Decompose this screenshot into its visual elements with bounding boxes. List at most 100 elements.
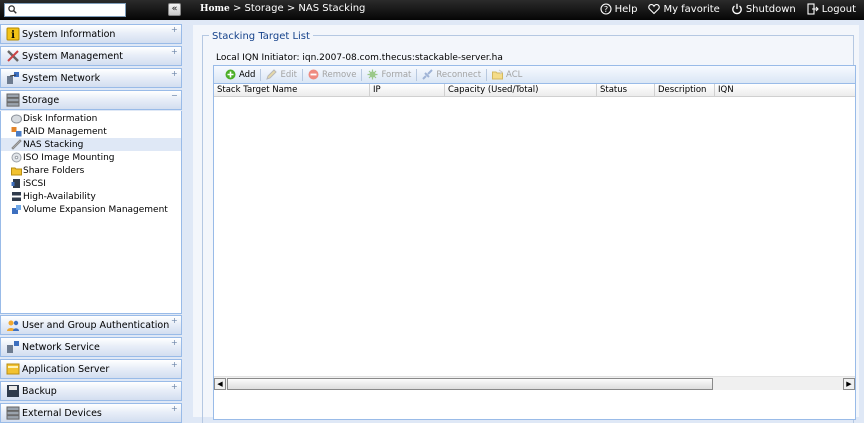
- main-panel: Stacking Target List Local IQN Initiator…: [193, 25, 859, 423]
- logout-label: Logout: [821, 3, 856, 15]
- column-header-capacity[interactable]: Capacity (Used/Total): [445, 84, 597, 97]
- sidebar-section-external-devices[interactable]: External Devices +: [0, 403, 182, 423]
- sidebar-item-raid-management[interactable]: RAID Management: [1, 125, 181, 138]
- reconnect-icon: [422, 69, 434, 80]
- svg-text:?: ?: [604, 5, 608, 14]
- stacking-icon: [11, 139, 22, 150]
- shutdown-label: Shutdown: [745, 3, 796, 15]
- scrollbar-thumb[interactable]: [227, 378, 713, 390]
- my-favorite-link[interactable]: My favorite: [648, 3, 720, 15]
- volume-icon: [12, 205, 21, 214]
- app-server-icon: [6, 363, 20, 375]
- power-icon: [732, 3, 742, 15]
- sidebar-section-storage[interactable]: Storage −: [0, 90, 182, 110]
- sidebar-item-label: Disk Information: [23, 113, 98, 124]
- sidebar-item-label: High-Availability: [23, 191, 96, 202]
- users-icon: [7, 320, 19, 331]
- local-iqn-initiator-label: Local IQN Initiator: iqn.2007-08.com.the…: [216, 53, 503, 63]
- expand-toggle-icon[interactable]: +: [171, 405, 179, 413]
- acl-button[interactable]: ACL: [487, 67, 527, 82]
- format-icon: [367, 69, 378, 80]
- my-favorite-label: My favorite: [663, 3, 720, 15]
- svg-text:i: i: [11, 30, 15, 41]
- sidebar-item-label: iSCSI: [23, 178, 46, 189]
- sidebar-section-user-and-group-authentication[interactable]: User and Group Authentication +: [0, 315, 182, 335]
- logout-link[interactable]: Logout: [807, 3, 856, 15]
- edit-button[interactable]: Edit: [261, 67, 301, 82]
- column-header-ip[interactable]: IP: [370, 84, 445, 97]
- sidebar-section-application-server[interactable]: Application Server +: [0, 359, 182, 379]
- logout-icon: [807, 3, 819, 15]
- expand-toggle-icon[interactable]: +: [171, 70, 179, 78]
- sidebar-section-label: Storage: [22, 94, 60, 106]
- shutdown-link[interactable]: Shutdown: [731, 3, 796, 15]
- expand-toggle-icon[interactable]: +: [171, 48, 179, 56]
- column-header-stack-target-name[interactable]: Stack Target Name: [214, 84, 370, 97]
- expand-toggle-icon[interactable]: +: [171, 383, 179, 391]
- collapse-sidebar-button[interactable]: «: [168, 3, 181, 16]
- scroll-right-arrow-icon[interactable]: ▶: [843, 378, 855, 390]
- sidebar-item-volume-expansion-management[interactable]: Volume Expansion Management: [1, 203, 181, 216]
- storage-icon: [6, 93, 20, 107]
- sidebar-section-label: External Devices: [22, 407, 102, 419]
- breadcrumb-separator: >: [283, 3, 299, 14]
- sidebar-item-label: RAID Management: [23, 126, 107, 137]
- network-service-icon: [7, 341, 19, 353]
- sidebar-section-system-management[interactable]: System Management +: [0, 46, 182, 66]
- expand-toggle-icon[interactable]: +: [171, 361, 179, 369]
- help-label: Help: [614, 3, 638, 15]
- sidebar-item-disk-information[interactable]: Disk Information: [1, 112, 181, 125]
- help-icon: ?: [600, 3, 612, 15]
- help-link[interactable]: ? Help: [600, 3, 638, 15]
- collapse-toggle-icon[interactable]: −: [171, 92, 179, 100]
- info-icon: i: [6, 27, 20, 41]
- sidebar-section-backup[interactable]: Backup +: [0, 381, 182, 401]
- acl-folder-icon: [492, 69, 504, 80]
- sidebar-section-label: System Management: [22, 50, 124, 62]
- sidebar-item-share-folders[interactable]: Share Folders: [1, 164, 181, 177]
- remove-button-label: Remove: [321, 69, 357, 80]
- sidebar-item-nas-stacking[interactable]: NAS Stacking: [1, 138, 181, 151]
- breadcrumb-storage-link[interactable]: Storage: [245, 3, 284, 14]
- column-header-description[interactable]: Description: [655, 84, 715, 97]
- column-header-status[interactable]: Status: [597, 84, 655, 97]
- add-button[interactable]: Add: [220, 67, 260, 82]
- disk-icon: [11, 114, 22, 124]
- format-button[interactable]: Format: [362, 67, 416, 82]
- iso-icon: [11, 152, 22, 163]
- scroll-left-arrow-icon[interactable]: ◀: [214, 378, 226, 390]
- sidebar: i System Information + System Management…: [0, 20, 182, 423]
- format-button-label: Format: [381, 69, 412, 80]
- edit-icon: [266, 69, 278, 80]
- column-header-iqn[interactable]: IQN: [715, 84, 855, 97]
- expand-toggle-icon[interactable]: +: [171, 317, 179, 325]
- edit-button-label: Edit: [280, 69, 297, 80]
- folder-icon: [11, 167, 22, 176]
- sidebar-item-label: Share Folders: [23, 165, 85, 176]
- sidebar-section-label: Application Server: [22, 363, 110, 375]
- breadcrumb-current-page: NAS Stacking: [298, 3, 366, 14]
- iscsi-icon: [11, 179, 20, 188]
- grid-toolbar: Add Edit Remove Format Reconnect ACL: [213, 65, 856, 84]
- sidebar-section-system-network[interactable]: System Network +: [0, 68, 182, 88]
- ha-icon: [12, 192, 21, 201]
- sidebar-section-label: System Information: [22, 28, 116, 40]
- sidebar-item-label: ISO Image Mounting: [23, 152, 115, 163]
- sidebar-item-iscsi[interactable]: iSCSI: [1, 177, 181, 190]
- sidebar-item-iso-image-mounting[interactable]: ISO Image Mounting: [1, 151, 181, 164]
- search-box[interactable]: [4, 3, 126, 17]
- remove-button[interactable]: Remove: [303, 67, 362, 82]
- heart-icon: [648, 3, 661, 15]
- expand-toggle-icon[interactable]: +: [171, 339, 179, 347]
- horizontal-scrollbar[interactable]: ◀ ▶: [214, 376, 855, 390]
- sidebar-section-label: User and Group Authentication: [22, 319, 170, 331]
- breadcrumb: Home > Storage > NAS Stacking: [200, 3, 365, 14]
- breadcrumb-home-link[interactable]: Home: [200, 4, 230, 14]
- sidebar-item-high-availability[interactable]: High-Availability: [1, 190, 181, 203]
- sidebar-section-system-information[interactable]: i System Information +: [0, 24, 182, 44]
- reconnect-button[interactable]: Reconnect: [417, 67, 486, 82]
- remove-icon: [308, 69, 319, 80]
- sidebar-section-network-service[interactable]: Network Service +: [0, 337, 182, 357]
- expand-toggle-icon[interactable]: +: [171, 26, 179, 34]
- search-input[interactable]: [19, 4, 123, 16]
